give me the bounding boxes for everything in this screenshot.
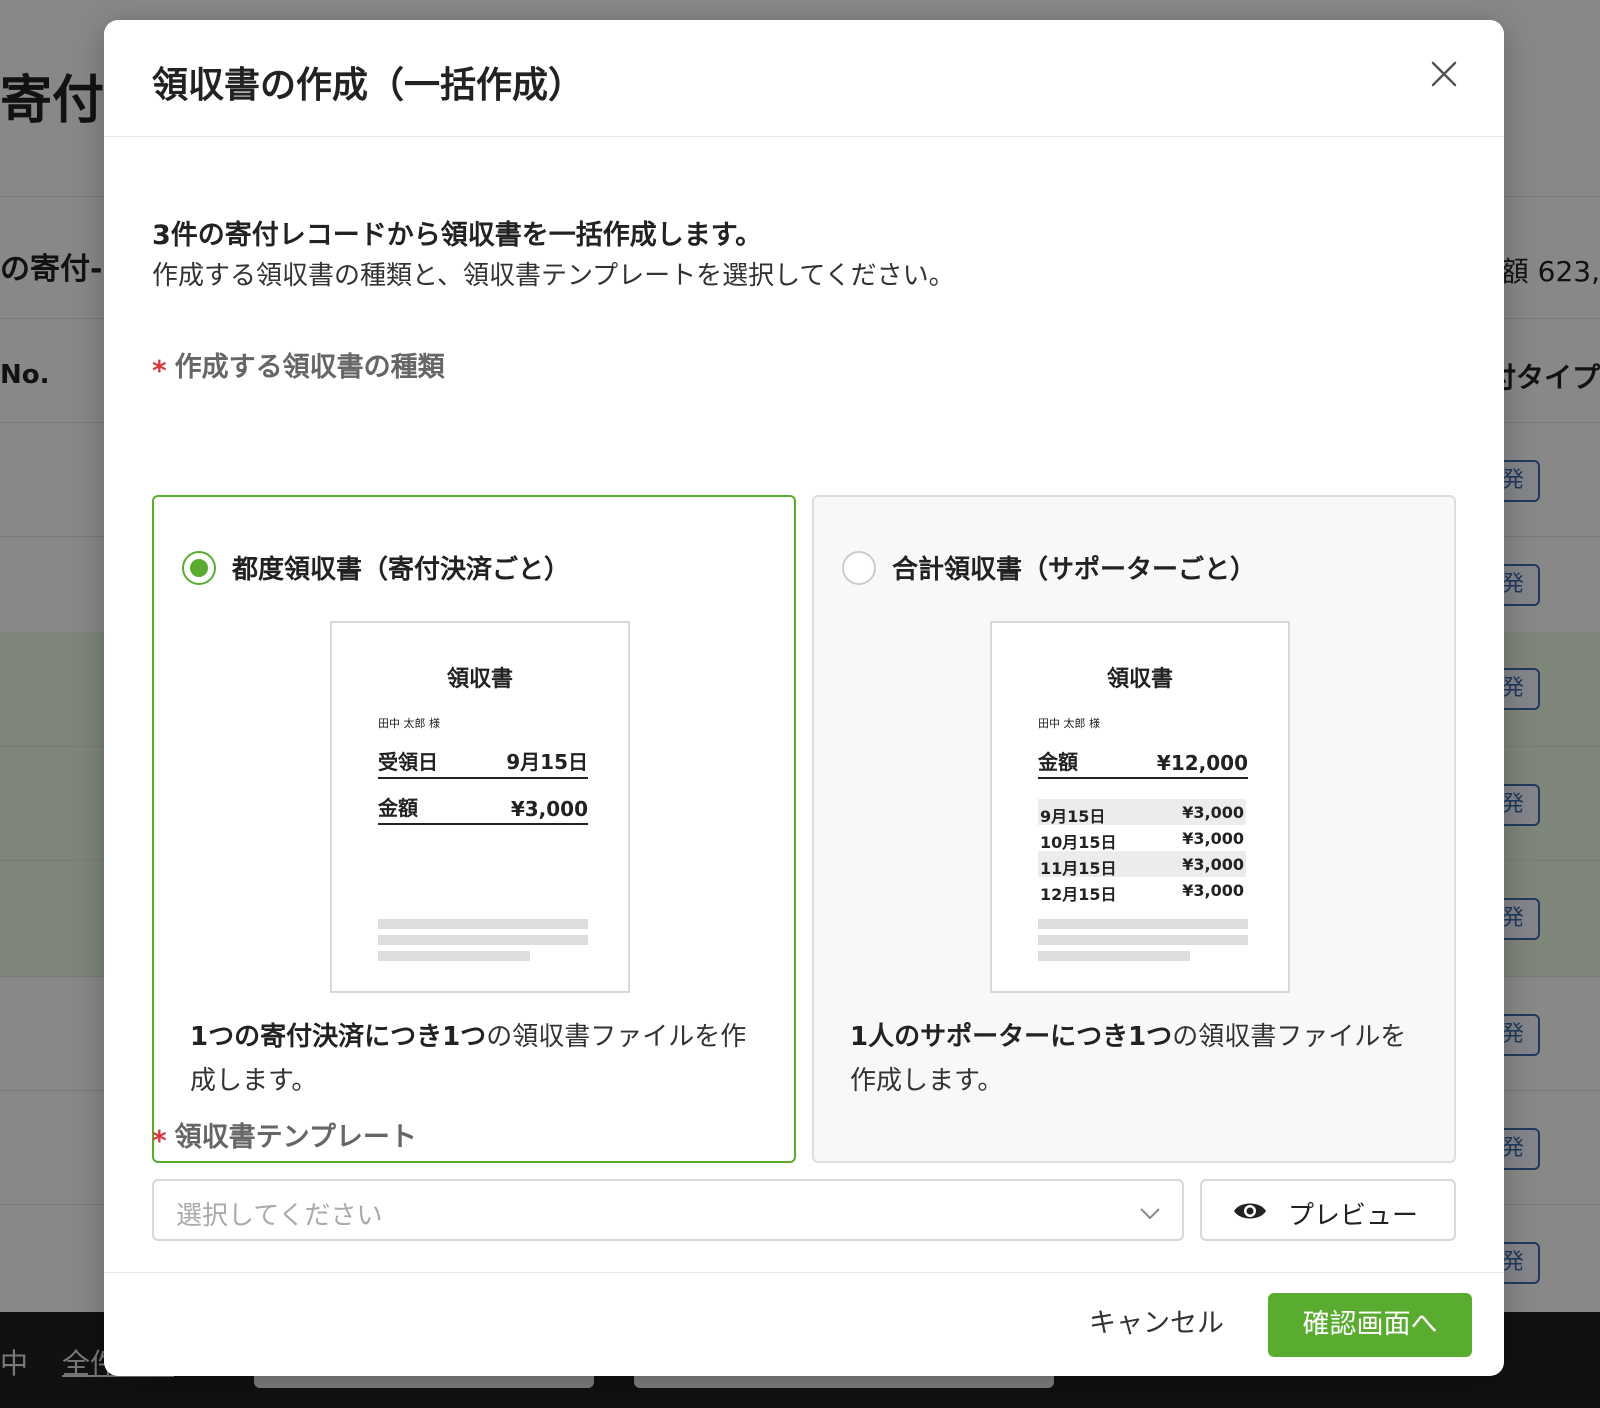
option-title: 合計領収書（サポーターごと） [892,555,1257,585]
close-icon [1431,61,1457,87]
receipt-item: 12月15日 ¥3,000 [1040,881,1244,904]
receipt-row: 金額 ¥12,000 [1038,749,1248,779]
receipt-recipient: 田中 太郎 様 [378,717,440,730]
eye-icon [1234,1203,1266,1219]
option-per-payment[interactable]: 都度領収書（寄付決済ごと） 領収書 田中 太郎 様 受領日 9月15日 金額 ¥… [152,495,796,1163]
placeholder-line [378,951,530,961]
radio-per-payment[interactable] [182,551,216,585]
close-button[interactable] [1424,54,1464,94]
modal-header: 領収書の作成（一括作成） [104,20,1504,137]
placeholder-line [1038,935,1248,945]
receipt-illustration: 領収書 田中 太郎 様 受領日 9月15日 金額 ¥3,000 [330,621,630,993]
template-select-placeholder: 選択してください [176,1201,383,1231]
placeholder-line [378,919,588,929]
radio-per-supporter[interactable] [842,551,876,585]
receipt-illustration: 領収書 田中 太郎 様 金額 ¥12,000 9月15日 ¥3,000 10月1… [990,621,1290,993]
modal-footer: キャンセル 確認画面へ [104,1272,1504,1376]
receipt-row: 金額 ¥3,000 [378,795,588,825]
option-description: 1つの寄付決済につき1つの領収書ファイルを作成します。 [190,1022,747,1096]
intro-text: 作成する領収書の種類と、領収書テンプレートを選択してください。 [152,261,955,291]
receipt-create-modal: 領収書の作成（一括作成） 3件の寄付レコードから領収書を一括作成します。 作成す… [104,20,1504,1376]
cancel-button[interactable]: キャンセル [1089,1301,1224,1340]
option-title: 都度領収書（寄付決済ごと） [232,555,571,585]
required-mark: * [152,1124,167,1157]
receipt-item: 11月15日 ¥3,000 [1038,851,1246,878]
modal-title: 領収書の作成（一括作成） [152,65,585,106]
option-per-supporter[interactable]: 合計領収書（サポーターごと） 領収書 田中 太郎 様 金額 ¥12,000 9月… [812,495,1456,1163]
placeholder-line [378,935,588,945]
option-description: 1人のサポーターにつき1つの領収書ファイルを作成します。 [850,1022,1407,1096]
preview-label: プレビュー [1288,1201,1419,1231]
intro-heading: 3件の寄付レコードから領収書を一括作成します。 [152,220,763,251]
required-mark: * [152,354,167,387]
receipt-title: 領収書 [1106,667,1173,692]
receipt-title: 領収書 [446,667,513,692]
template-select[interactable]: 選択してください [152,1179,1184,1241]
receipt-recipient: 田中 太郎 様 [1038,717,1100,730]
receipt-item: 10月15日 ¥3,000 [1040,829,1244,852]
chevron-down-icon [1140,1208,1160,1220]
receipt-type-label: * 作成する領収書の種類 [152,352,445,387]
preview-button[interactable]: プレビュー [1200,1179,1456,1241]
placeholder-line [1038,919,1248,929]
confirm-button[interactable]: 確認画面へ [1268,1293,1472,1357]
receipt-row: 受領日 9月15日 [378,749,588,779]
receipt-item: 9月15日 ¥3,000 [1038,799,1246,826]
placeholder-line [1038,951,1190,961]
template-label: * 領収書テンプレート [152,1122,417,1157]
